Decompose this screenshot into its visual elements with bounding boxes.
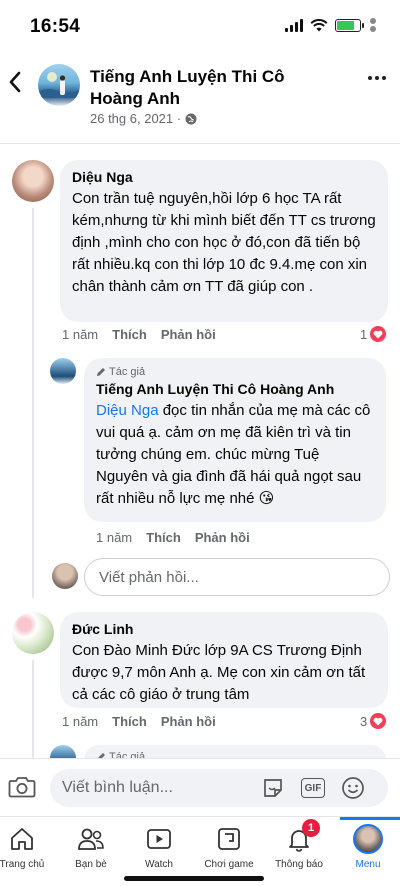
comment-author[interactable]: Diệu Nga [72, 168, 376, 186]
reply-author-avatar[interactable] [50, 358, 76, 384]
tab-label: Trang chủ [0, 859, 45, 870]
like-button[interactable]: Thích [112, 714, 147, 729]
sticker-icon [264, 779, 282, 797]
comment-time: 1 năm [62, 714, 99, 729]
commenter-avatar[interactable] [12, 612, 54, 654]
more-options-button[interactable] [368, 76, 386, 80]
reply-like-button[interactable]: Thích [146, 530, 181, 545]
post-meta: 26 thg 6, 2021 · [90, 111, 197, 126]
active-tab-indicator [340, 817, 400, 820]
reaction-count-value: 1 [360, 326, 368, 342]
tab-watch[interactable]: Watch [123, 823, 195, 870]
post-header: Tiếng Anh Luyện Thi Cô Hoàng Anh 26 thg … [0, 56, 400, 136]
gaming-icon [215, 823, 243, 855]
tab-notifications[interactable]: 1 Thông báo [263, 819, 335, 870]
status-bar: 16:54 [0, 0, 400, 50]
comment-input[interactable]: Viết bình luận... GIF [50, 769, 388, 807]
comment-bubble: Đức Linh Con Đào Minh Đức lớp 9A CS Trươ… [60, 612, 388, 708]
reply-bubble: Tác giả Tiếng Anh Luyện Thi Cô Hoàng Anh… [84, 358, 386, 522]
page-avatar[interactable] [38, 64, 80, 106]
comment-time: 1 năm [62, 327, 99, 342]
camera-button[interactable] [8, 775, 36, 799]
tab-label: Thông báo [275, 859, 323, 870]
tab-home[interactable]: Trang chủ [0, 823, 58, 870]
thread-line [32, 660, 34, 758]
comment-actions: 1 năm Thích Phản hồi [62, 714, 216, 729]
reaction-count[interactable]: 3 [360, 713, 387, 729]
comment-author[interactable]: Đức Linh [72, 620, 376, 638]
reply-text: Diệu Nga đọc tin nhắn của mẹ mà các cô v… [96, 400, 374, 510]
comment-text: Con trần tuệ nguyên,hồi lớp 6 học TA rất… [72, 190, 376, 295]
header-divider [0, 143, 400, 144]
bell-icon: 1 [286, 819, 320, 855]
emoji-icon [342, 777, 364, 799]
tab-menu[interactable]: Menu [332, 823, 400, 870]
reply-button[interactable]: Phản hồi [161, 327, 216, 342]
like-button[interactable]: Thích [112, 327, 147, 342]
gif-button[interactable]: GIF [300, 775, 326, 801]
author-tag-label: Tác giả [109, 366, 146, 378]
emoji-button[interactable] [340, 775, 366, 801]
gif-icon: GIF [301, 778, 325, 798]
reply-button[interactable]: Phản hồi [161, 714, 216, 729]
page-name[interactable]: Tiếng Anh Luyện Thi Cô Hoàng Anh [90, 66, 340, 110]
reply-input[interactable]: Viết phản hồi... [84, 558, 390, 596]
home-icon [9, 823, 35, 855]
reply-author[interactable]: Tiếng Anh Luyện Thi Cô Hoàng Anh [96, 380, 374, 398]
pencil-icon [97, 368, 105, 376]
tab-gaming[interactable]: Chơi game [193, 823, 265, 870]
tab-label: Bạn bè [75, 859, 107, 870]
chevron-left-icon [9, 71, 21, 93]
reply-time: 1 năm [96, 530, 133, 545]
comment-actions: 1 năm Thích Phản hồi [62, 327, 216, 342]
heart-icon [370, 326, 387, 342]
tab-label: Chơi game [204, 859, 254, 870]
assistive-touch-icon[interactable] [370, 18, 376, 32]
comment-text: Con Đào Minh Đức lớp 9A CS Trương Định đ… [72, 642, 366, 703]
comment-composer: Viết bình luận... GIF [0, 758, 400, 816]
post-date: 26 thg 6, 2021 · [90, 111, 182, 126]
globe-icon [185, 113, 197, 124]
status-time: 16:54 [30, 16, 81, 37]
status-icons [285, 18, 376, 32]
current-user-avatar [52, 563, 78, 589]
reply-reply-button[interactable]: Phản hồi [195, 530, 250, 545]
battery-icon [335, 18, 364, 32]
comment-input-placeholder: Viết bình luận... [62, 779, 173, 796]
friends-icon [77, 823, 105, 855]
wifi-icon [310, 18, 328, 31]
heart-icon [370, 713, 387, 729]
home-indicator [124, 876, 264, 881]
reply-actions: 1 năm Thích Phản hồi [96, 530, 250, 545]
reaction-count[interactable]: 1 [360, 326, 387, 342]
tab-friends[interactable]: Bạn bè [55, 823, 127, 870]
reaction-count-value: 3 [360, 713, 368, 729]
watch-icon [145, 823, 173, 855]
tab-label: Menu [355, 859, 381, 870]
back-button[interactable] [4, 70, 26, 94]
reply-mention[interactable]: Diệu Nga [96, 402, 159, 419]
commenter-avatar[interactable] [12, 160, 54, 202]
author-tag: Tác giả [96, 366, 374, 378]
comment-bubble: Diệu Nga Con trần tuệ nguyên,hồi lớp 6 h… [60, 160, 388, 322]
camera-icon [8, 777, 36, 798]
thread-line [32, 208, 34, 598]
signal-icon [285, 18, 303, 32]
menu-avatar-icon [353, 823, 383, 855]
tab-label: Watch [145, 859, 173, 870]
notification-badge: 1 [302, 819, 320, 837]
sticker-button[interactable] [260, 775, 286, 801]
